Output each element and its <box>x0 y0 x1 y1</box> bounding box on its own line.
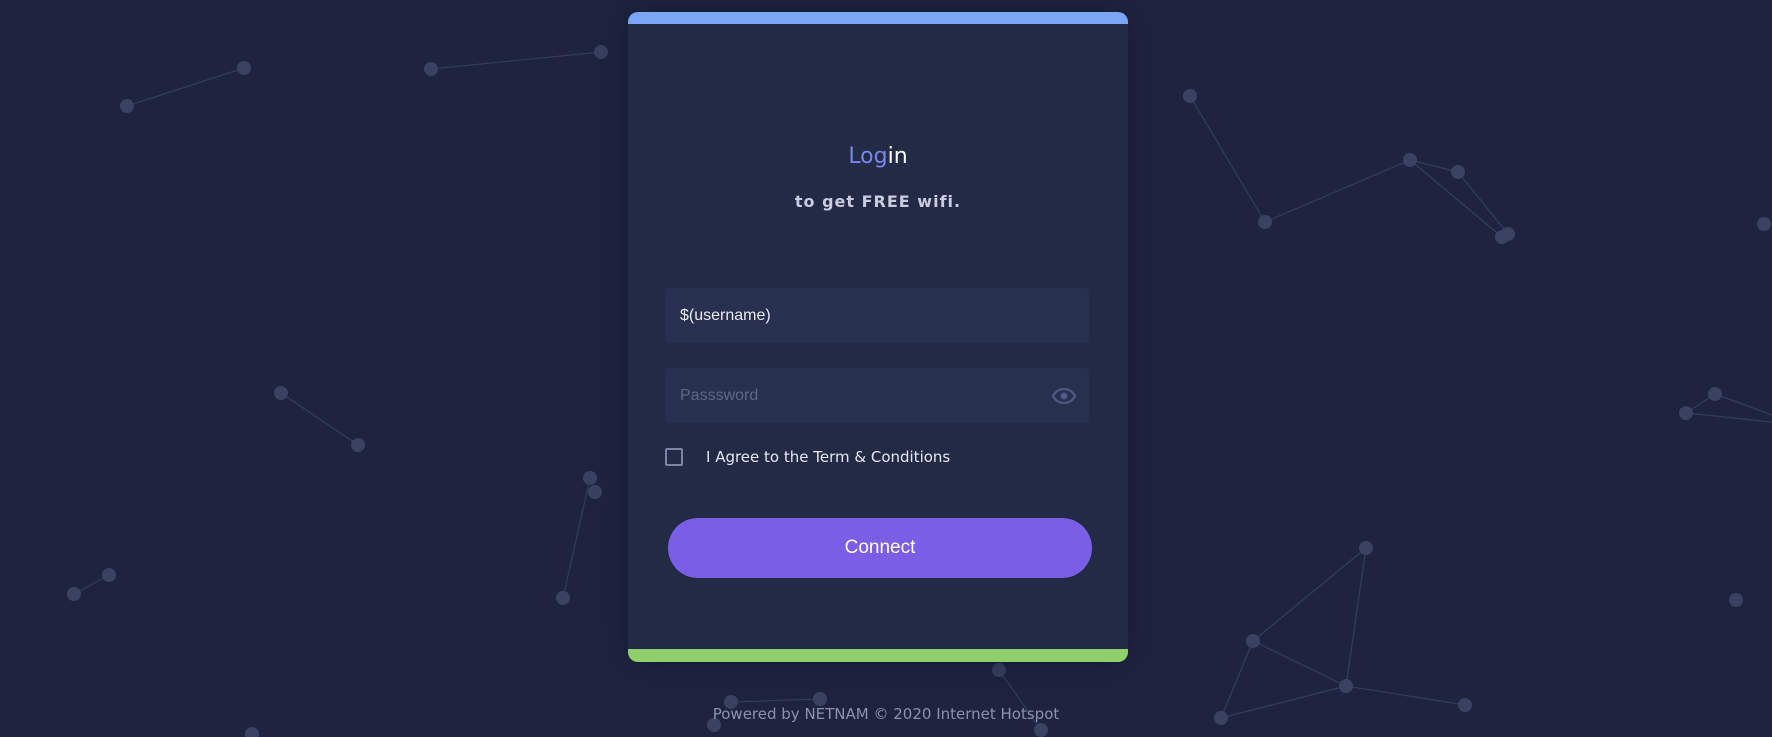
login-title-rest: in <box>887 144 908 169</box>
login-card: Login to get FREE wifi. I Agree to the T… <box>628 12 1128 662</box>
footer-text: Powered by NETNAM © 2020 Internet Hotspo… <box>712 705 1060 723</box>
card-top-accent-bar <box>628 12 1128 24</box>
username-input[interactable] <box>678 305 1076 326</box>
login-title-accent: Log <box>848 144 888 169</box>
login-subtitle: to get FREE wifi. <box>794 192 962 211</box>
password-input[interactable] <box>678 385 1052 406</box>
login-title: Login <box>628 144 1128 169</box>
card-bottom-accent-bar <box>628 649 1128 662</box>
terms-label[interactable]: I Agree to the Term & Conditions <box>706 448 950 466</box>
password-field-container <box>665 368 1089 423</box>
eye-icon[interactable] <box>1051 386 1076 406</box>
terms-checkbox[interactable] <box>665 448 683 466</box>
username-field-container <box>665 288 1089 343</box>
terms-agreement: I Agree to the Term & Conditions <box>665 448 950 466</box>
connect-button[interactable]: Connect <box>668 518 1092 578</box>
